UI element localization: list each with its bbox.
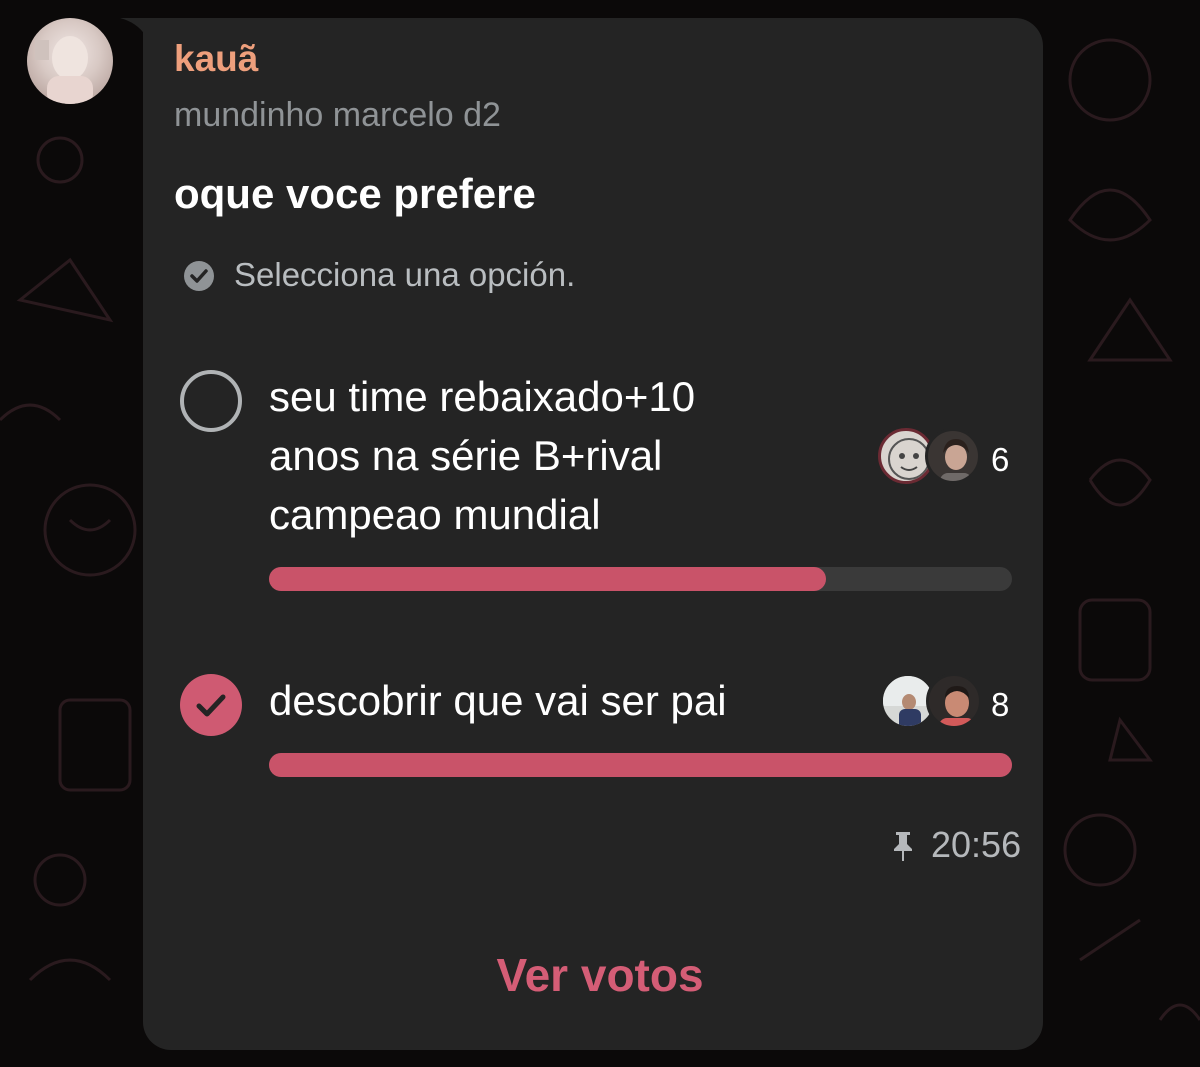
option-2-line: descobrir que vai ser pai	[269, 677, 727, 724]
group-name: mundinho marcelo d2	[174, 96, 501, 134]
view-votes-button[interactable]: Ver votos	[0, 948, 1200, 1002]
option-1-radio[interactable]	[180, 370, 242, 432]
option-1-progress-fill	[269, 567, 827, 591]
option-1-line: anos na série B+rival	[269, 432, 663, 479]
option-1-progress-track	[269, 567, 1012, 591]
voter-avatar[interactable]	[926, 673, 982, 729]
poll-instruction: Selecciona una opción.	[234, 256, 576, 293]
option-2-text[interactable]: descobrir que vai ser pai	[269, 671, 727, 730]
option-1-line: campeao mundial	[269, 491, 601, 538]
poll-question: oque voce prefere	[174, 170, 536, 217]
message-time: 20:56	[931, 824, 1022, 865]
option-2-vote-count: 8	[991, 686, 1010, 723]
sender-avatar[interactable]	[27, 18, 113, 104]
option-1-vote-count: 6	[991, 441, 1010, 478]
voter-avatar[interactable]	[925, 428, 981, 484]
option-1-text[interactable]: seu time rebaixado+10 anos na série B+ri…	[269, 367, 695, 544]
option-1-line: seu time rebaixado+10	[269, 373, 696, 420]
check-icon	[196, 694, 226, 717]
option-2-progress-track	[269, 753, 1012, 777]
option-2-progress-fill	[269, 753, 1012, 777]
option-2-radio[interactable]	[180, 674, 242, 736]
sender-name[interactable]: kauã	[174, 38, 258, 80]
check-circle-icon	[184, 261, 214, 291]
pin-icon	[894, 832, 912, 861]
